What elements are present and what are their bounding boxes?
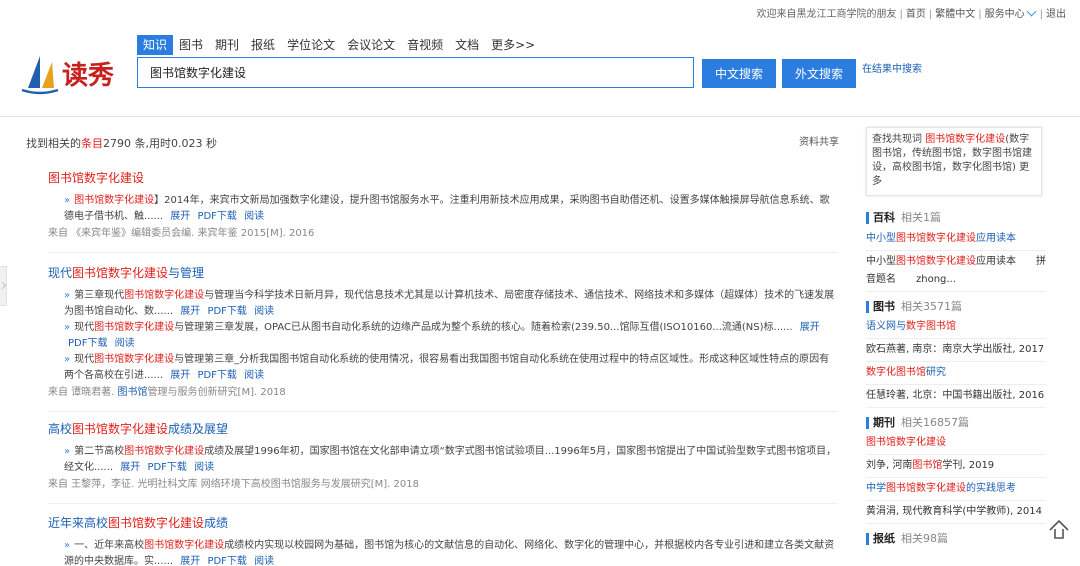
result-summary: 找到相关的条目2790 条,用时0.023 秒 — [26, 137, 217, 150]
tab-journals[interactable]: 期刊 — [209, 35, 245, 55]
tab-documents[interactable]: 文档 — [449, 35, 485, 55]
logo-text: 读秀 — [62, 61, 114, 91]
expand-link[interactable]: 展开 — [170, 370, 190, 381]
section-heading[interactable]: 百科 相关1篇 — [866, 212, 1046, 224]
chinese-search-button[interactable]: 中文搜索 — [702, 59, 776, 88]
double-chevron-icon: » — [64, 540, 71, 551]
expand-link[interactable]: 展开 — [800, 322, 820, 333]
sidebar-entry-text: 欧石燕著, 南京：南京大学出版社, 2017 — [866, 339, 1046, 362]
foreign-search-button[interactable]: 外文搜索 — [782, 59, 856, 88]
sidebar-entry-text: 刘争, 河南图书馆学刊, 2019 — [866, 455, 1046, 478]
result-title[interactable]: 高校图书馆数字化建设成绩及展望 — [48, 420, 838, 437]
tab-video[interactable]: 音视频 — [401, 35, 449, 55]
double-chevron-icon: » — [64, 195, 71, 206]
sidebar-entry-link[interactable]: 中小型图书馆数字化建设应用读本 — [866, 228, 1046, 251]
tab-books[interactable]: 图书 — [173, 35, 209, 55]
resource-share-link[interactable]: 资料共享 — [799, 133, 839, 148]
double-chevron-icon: » — [64, 290, 71, 301]
sidebar-section-journals: 期刊 相关16857篇 图书馆数字化建设 刘争, 河南图书馆学刊, 2019 中学… — [866, 417, 1046, 524]
read-link[interactable]: 阅读 — [254, 306, 274, 317]
related-words-box: 查找共现词 图书馆数字化建设(数字图书馆，传统图书馆，数字图书馆建设，高校图书馆… — [866, 127, 1042, 196]
sidebar-entry-text: 黄涓涓, 现代教育科学(中学教师), 2014 — [866, 501, 1046, 524]
expand-link[interactable]: 展开 — [180, 556, 200, 566]
result-snippet: » 第二节高校图书馆数字化建设成绩及展望1996年初，国家图书馆在文化部申请立项“… — [64, 446, 837, 473]
double-chevron-icon: » — [64, 322, 71, 333]
read-link[interactable]: 阅读 — [244, 370, 264, 381]
tab-theses[interactable]: 学位论文 — [281, 35, 341, 55]
expand-link[interactable]: 展开 — [180, 306, 200, 317]
sidebar-section-encyclopedia: 百科 相关1篇 中小型图书馆数字化建设应用读本 中小型图书馆数字化建设应用读本 拼… — [866, 212, 1046, 292]
result-title[interactable]: 现代图书馆数字化建设与管理 — [48, 264, 838, 281]
sidebar-entry-link[interactable]: 中学图书馆数字化建设的实践思考 — [866, 478, 1046, 501]
sidebar-section-newspapers: 报纸 相关98篇 — [866, 533, 1046, 545]
result-source: 来自 谭晓君著. 图书馆管理与服务创新研究[M]. 2018 — [48, 387, 286, 398]
sidebar-entry-text: 音题名 zhong... — [866, 269, 1046, 292]
sidebar-entry-link[interactable]: 数字化图书馆研究 — [866, 362, 1046, 385]
pdf-download-link[interactable]: PDF下载 — [197, 211, 236, 222]
result-snippet: » 现代图书馆数字化建设与管理第三章发展，OPAC已从图书自动化系统的边缘产品成为… — [64, 322, 820, 349]
result-snippet: » 现代图书馆数字化建设与管理第三章_分析我国图书馆自动化系统的使用情况，很容易看… — [64, 354, 830, 381]
read-link[interactable]: 阅读 — [194, 462, 214, 473]
duxiu-logo[interactable]: 读秀 — [18, 48, 128, 98]
sidebar-entry-link[interactable]: 图书馆数字化建设 — [866, 432, 1046, 455]
pdf-download-link[interactable]: PDF下载 — [197, 370, 236, 381]
tab-conferences[interactable]: 会议论文 — [341, 35, 401, 55]
double-chevron-icon: » — [64, 446, 71, 457]
section-heading[interactable]: 图书 相关3571篇 — [866, 301, 1046, 313]
result-item: 图书馆数字化建设 » 图书馆数字化建设】2014年，来宾市文新局加强数字化建设，提… — [48, 169, 838, 253]
result-source: 来自 王黎萍，李征. 光明社科文库 网络环境下高校图书馆服务与发展研究[M]. … — [48, 479, 419, 490]
result-title[interactable]: 近年来高校图书馆数字化建设成绩 — [48, 514, 838, 531]
result-source: 来自 《来宾年鉴》编辑委员会编. 来宾年鉴 2015[M]. 2016 — [48, 228, 315, 239]
search-input[interactable] — [137, 57, 694, 88]
search-within-results-link[interactable]: 在结果中搜索 — [862, 60, 922, 75]
read-link[interactable]: 阅读 — [115, 338, 135, 349]
related-term-link[interactable]: 图书馆数字化建设 — [925, 134, 1005, 145]
tab-knowledge[interactable]: 知识 — [137, 35, 174, 55]
result-item: 高校图书馆数字化建设成绩及展望 » 第二节高校图书馆数字化建设成绩及展望1996年… — [48, 420, 838, 504]
sidebar-entry-link[interactable]: 语义网与数字图书馆 — [866, 316, 1046, 339]
pdf-download-link[interactable]: PDF下载 — [207, 556, 246, 566]
sidebar-section-books: 图书 相关3571篇 语义网与数字图书馆 欧石燕著, 南京：南京大学出版社, 20… — [866, 301, 1046, 408]
expand-link[interactable]: 展开 — [170, 211, 190, 222]
search-tabs: 知识 图书 期刊 报纸 学位论文 会议论文 音视频 文档 更多>> — [137, 35, 541, 55]
sidebar-entry-text: 中小型图书馆数字化建设应用读本 拼 — [866, 256, 1046, 267]
section-heading[interactable]: 报纸 相关98篇 — [866, 533, 1046, 545]
pdf-download-link[interactable]: PDF下载 — [207, 306, 246, 317]
read-link[interactable]: 阅读 — [254, 556, 274, 566]
tab-newspapers[interactable]: 报纸 — [245, 35, 281, 55]
right-sidebar: 查找共现词 图书馆数字化建设(数字图书馆，传统图书馆，数字图书馆建设，高校图书馆… — [866, 127, 1046, 545]
back-to-top-icon[interactable] — [1046, 516, 1072, 542]
sidebar-entry-text: 任慧玲著, 北京：中国书籍出版社, 2016 — [866, 385, 1046, 408]
pdf-download-link[interactable]: PDF下载 — [147, 462, 186, 473]
pdf-download-link[interactable]: PDF下载 — [68, 338, 107, 349]
result-snippet: » 第三章现代图书馆数字化建设与管理当今科学技术日新月异，现代信息技术尤其是以计算… — [64, 290, 835, 317]
double-chevron-icon: » — [64, 354, 71, 365]
header: 读秀 知识 图书 期刊 报纸 学位论文 会议论文 音视频 文档 更多>> 中文搜… — [0, 0, 1080, 117]
read-link[interactable]: 阅读 — [244, 211, 264, 222]
expand-link[interactable]: 展开 — [120, 462, 140, 473]
result-snippet: » 图书馆数字化建设】2014年，来宾市文新局加强数字化建设，提升图书馆服务水平。… — [64, 195, 830, 222]
left-collapse-tab[interactable] — [0, 266, 7, 306]
result-title[interactable]: 图书馆数字化建设 — [48, 169, 838, 186]
logo-sail-icon: 读秀 — [21, 56, 114, 95]
result-item: 现代图书馆数字化建设与管理 » 第三章现代图书馆数字化建设与管理当今科学技术日新月… — [48, 264, 838, 412]
result-snippet: » 一、近年来高校图书馆数字化建设成绩校内实现以校园网为基础，图书馆为核心的文献信… — [64, 540, 835, 566]
section-heading[interactable]: 期刊 相关16857篇 — [866, 417, 1046, 429]
tab-more[interactable]: 更多>> — [485, 35, 541, 55]
result-item: 近年来高校图书馆数字化建设成绩 » 一、近年来高校图书馆数字化建设成绩校内实现以校… — [48, 514, 838, 566]
